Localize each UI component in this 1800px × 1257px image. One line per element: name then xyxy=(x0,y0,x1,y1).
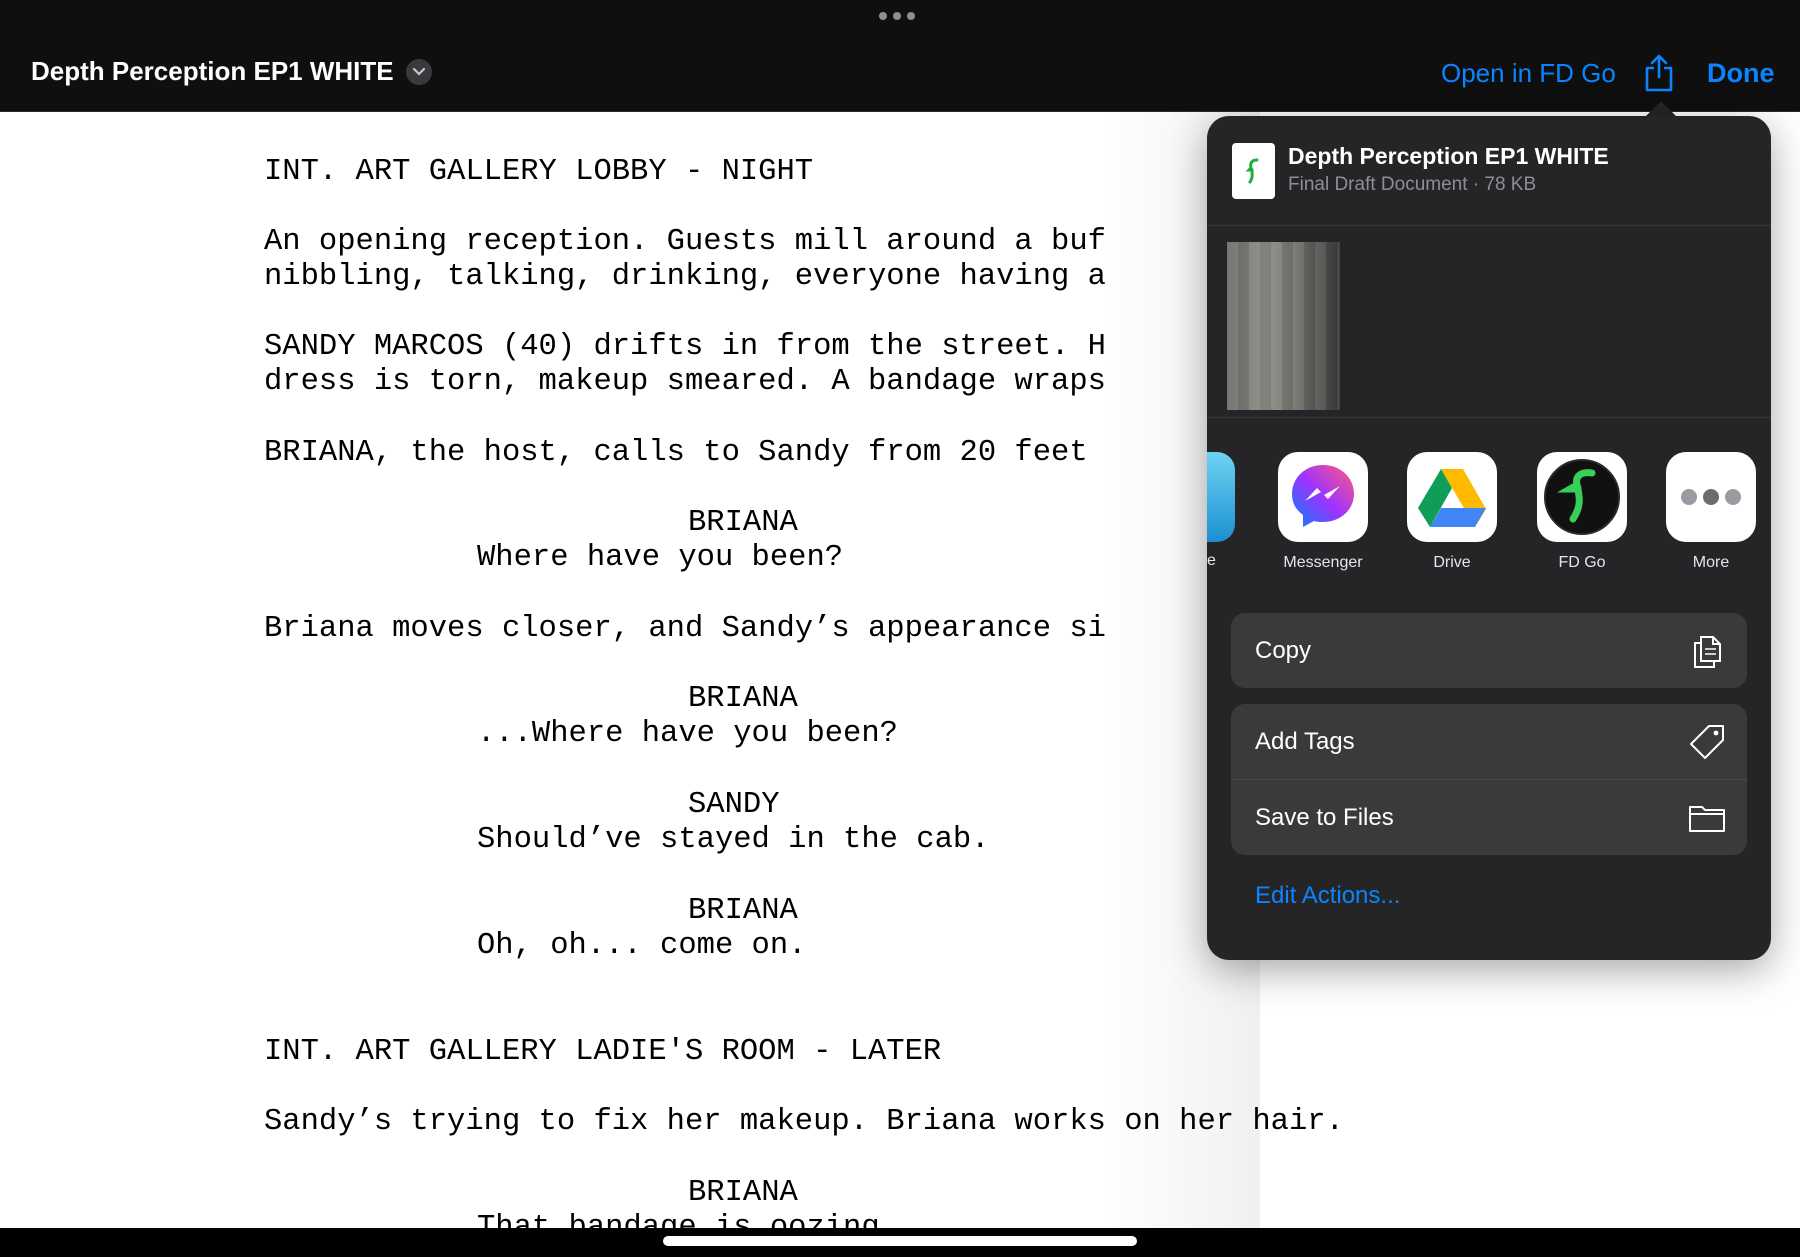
character-name: BRIANA xyxy=(688,1176,798,1210)
popover-arrow xyxy=(1645,101,1677,117)
share-apps-row: Messenger Drive FD Go More xyxy=(1207,452,1771,582)
app-drive[interactable]: Drive xyxy=(1397,452,1507,572)
multitasking-dots-icon[interactable] xyxy=(879,12,915,20)
copy-action[interactable]: Copy xyxy=(1231,613,1747,688)
action-line: BRIANA, the host, calls to Sandy from 20… xyxy=(264,436,1088,470)
dialogue-line: ...Where have you been? xyxy=(477,717,898,751)
tag-icon xyxy=(1690,725,1724,759)
scene-heading: INT. ART GALLERY LADIE'S ROOM - LATER xyxy=(264,1035,942,1069)
final-draft-file-icon xyxy=(1232,143,1275,199)
dialogue-line: Oh, oh... come on. xyxy=(477,929,807,963)
document-title: Depth Perception EP1 WHITE xyxy=(31,56,394,86)
app-fd-go[interactable]: FD Go xyxy=(1527,452,1637,572)
action-label: Save to Files xyxy=(1255,803,1394,831)
folder-icon xyxy=(1689,806,1725,832)
share-sheet: Depth Perception EP1 WHITE Final Draft D… xyxy=(1207,116,1771,960)
character-name: SANDY xyxy=(688,788,780,822)
dialogue-line: Where have you been? xyxy=(477,541,844,575)
copy-icon xyxy=(1694,636,1721,668)
app-messenger[interactable]: Messenger xyxy=(1268,452,1378,572)
fd-go-icon xyxy=(1537,452,1627,542)
action-line: An opening reception. Guests mill around… xyxy=(264,225,1106,259)
action-label: Add Tags xyxy=(1255,727,1355,755)
app-label: More xyxy=(1692,554,1730,571)
app-label: Drive xyxy=(1433,554,1471,571)
save-to-files-action[interactable]: Save to Files xyxy=(1231,779,1747,855)
add-tags-action[interactable]: Add Tags xyxy=(1231,704,1747,779)
file-meta: Final Draft Document · 78 KB xyxy=(1288,174,1537,195)
action-group-files: Add Tags Save to Files xyxy=(1231,704,1747,855)
document-title-menu[interactable]: Depth Perception EP1 WHITE xyxy=(31,56,432,87)
done-button[interactable]: Done xyxy=(1707,58,1775,89)
more-icon xyxy=(1666,452,1756,542)
dialogue-line: That bandage is oozing. xyxy=(477,1211,898,1228)
file-name: Depth Perception EP1 WHITE xyxy=(1288,143,1609,169)
contact-avatar-blurred[interactable] xyxy=(1227,242,1340,410)
action-line: SANDY MARCOS (40) drifts in from the str… xyxy=(264,330,1106,364)
app-label: Messenger xyxy=(1283,554,1363,571)
action-group-copy: Copy xyxy=(1231,613,1747,688)
app-label: FD Go xyxy=(1558,554,1606,571)
edit-actions-link[interactable]: Edit Actions... xyxy=(1255,882,1400,910)
file-header: Depth Perception EP1 WHITE Final Draft D… xyxy=(1207,116,1771,226)
app-more[interactable]: More xyxy=(1656,452,1766,572)
chevron-down-icon[interactable] xyxy=(405,58,432,85)
character-name: BRIANA xyxy=(688,682,798,716)
action-line: dress is torn, makeup smeared. A bandage… xyxy=(264,365,1106,399)
character-name: BRIANA xyxy=(688,506,798,540)
dialogue-line: Should’ve stayed in the cab. xyxy=(477,823,990,857)
home-indicator[interactable] xyxy=(663,1236,1137,1246)
character-name: BRIANA xyxy=(688,894,798,928)
top-bar: Depth Perception EP1 WHITE Open in FD Go… xyxy=(0,0,1800,112)
action-line: nibbling, talking, drinking, everyone ha… xyxy=(264,260,1106,294)
google-drive-icon xyxy=(1407,452,1497,542)
open-in-fd-go-button[interactable]: Open in FD Go xyxy=(1441,58,1616,89)
action-label: Copy xyxy=(1255,636,1312,664)
action-line: Briana moves closer, and Sandy’s appeara… xyxy=(264,612,1106,646)
messenger-icon xyxy=(1278,452,1368,542)
share-icon[interactable] xyxy=(1643,54,1675,92)
scene-heading: INT. ART GALLERY LOBBY - NIGHT xyxy=(264,155,814,189)
